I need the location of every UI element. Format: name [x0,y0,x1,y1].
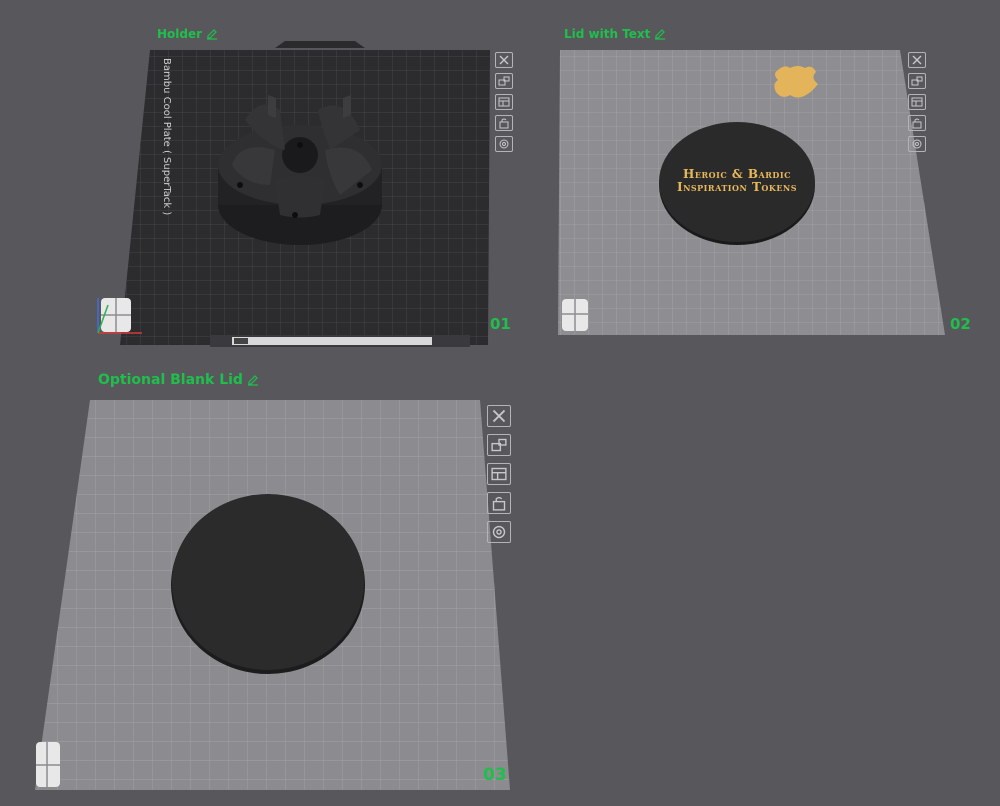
plate-2-number: 02 [950,315,971,333]
plate-3-title[interactable]: Optional Blank Lid [98,372,259,388]
bed-label: Bambu Cool Plate ( SuperTack ) [161,58,172,216]
lid-text-line-2: Inspiration Tokens [676,180,798,194]
plate-2-title[interactable]: Lid with Text [564,27,666,41]
settings-icon[interactable] [908,136,926,152]
plate-3-toolbar [487,405,511,543]
layout-icon[interactable] [487,463,511,485]
edit-pencil-icon[interactable] [654,28,666,40]
settings-icon[interactable] [495,136,513,152]
lock-icon[interactable] [908,115,926,131]
plate-1-toolbar [495,52,513,152]
plate-3-bed[interactable] [35,400,510,790]
layout-icon[interactable] [908,94,926,110]
plate-1-number: 01 [490,315,511,333]
plate-1-title[interactable]: Holder [157,27,218,41]
layout-icon[interactable] [495,94,513,110]
arrange-icon[interactable] [487,434,511,456]
lid-engraved-text: Heroic & Bardic Inspiration Tokens [667,168,807,194]
edit-pencil-icon[interactable] [247,374,259,386]
plate-2-title-text: Lid with Text [564,27,651,41]
close-icon[interactable] [487,405,511,427]
plate-2-toolbar [908,52,926,152]
blank-lid-model [172,494,364,670]
plate-3-number: 03 [483,765,507,785]
settings-icon[interactable] [487,521,511,543]
arrange-icon[interactable] [495,73,513,89]
plate-1-bed[interactable] [97,41,490,347]
lock-icon[interactable] [495,115,513,131]
lock-icon[interactable] [487,492,511,514]
edit-pencil-icon[interactable] [206,28,218,40]
plate-3-title-text: Optional Blank Lid [98,372,243,388]
close-icon[interactable] [908,52,926,68]
close-icon[interactable] [495,52,513,68]
plate-1-title-text: Holder [157,27,203,41]
arrange-icon[interactable] [908,73,926,89]
